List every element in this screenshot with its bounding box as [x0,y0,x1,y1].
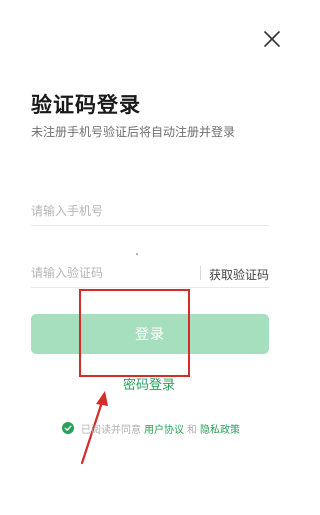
annotation-highlight-box [79,289,190,377]
phone-field [31,198,269,226]
code-input[interactable] [31,260,191,286]
user-agreement-link[interactable]: 用户协议 [144,421,184,436]
phone-input[interactable] [31,198,269,224]
password-login-link[interactable]: 密码登录 [123,374,175,393]
close-icon [264,31,280,47]
page-subtitle: 未注册手机号验证后将自动注册并登录 [31,125,236,139]
decorative-dot [136,253,138,255]
agreement-row: 已阅读并同意 用户协议 和 隐私政策 [62,420,243,436]
get-code-button[interactable]: 获取验证码 [209,266,269,283]
agreement-and: 和 [187,424,197,436]
checkbox-checked-icon[interactable] [62,422,74,434]
page-title: 验证码登录 [31,93,141,117]
code-field: 获取验证码 [31,260,269,288]
privacy-policy-link[interactable]: 隐私政策 [200,421,240,436]
annotation-arrow [80,391,108,465]
agreement-prefix: 已阅读并同意 [81,424,141,436]
close-button[interactable] [261,28,283,50]
code-divider [200,266,201,280]
